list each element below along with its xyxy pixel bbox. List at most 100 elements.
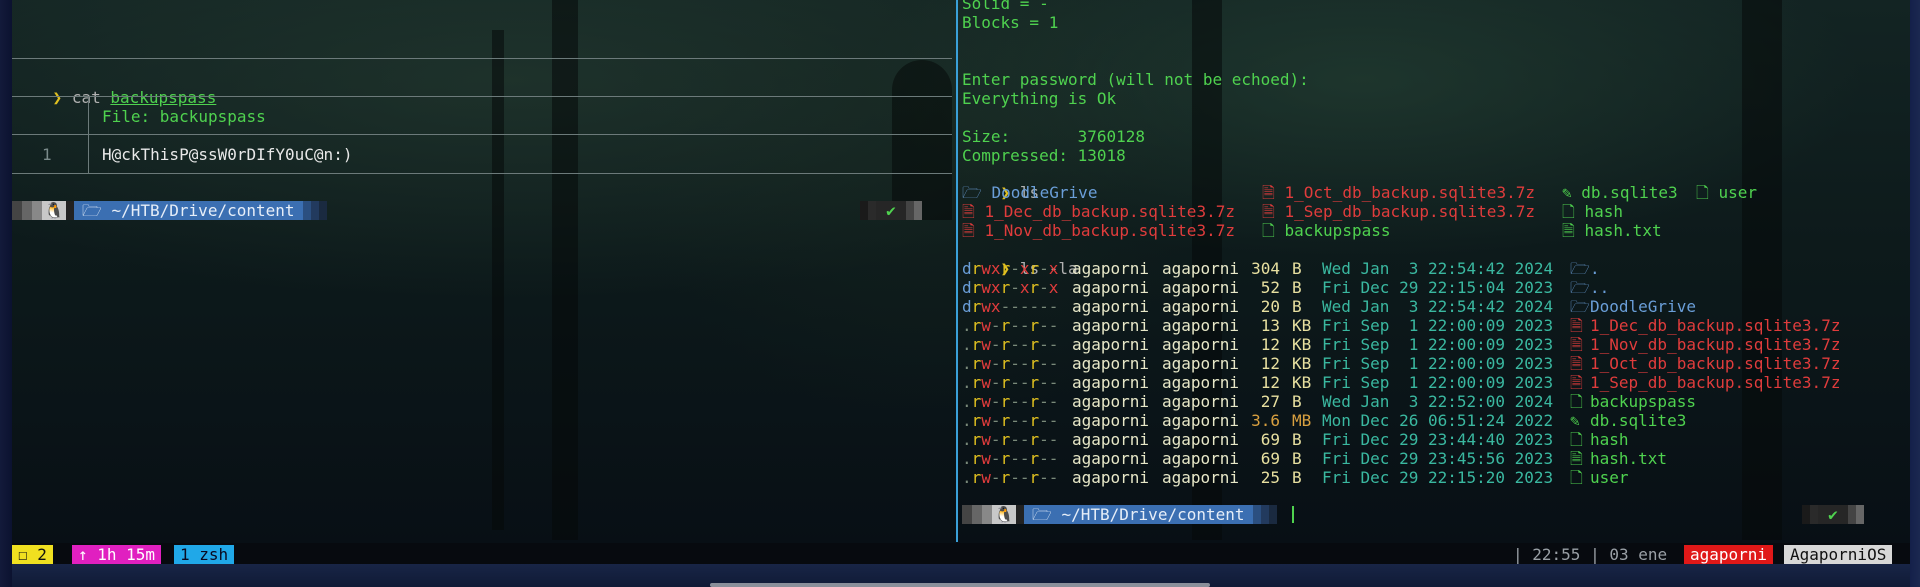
group: agaporni	[1162, 373, 1240, 392]
permissions: .rw-r--r--	[962, 449, 1058, 468]
permission-char: r	[1000, 430, 1011, 449]
owner: agaporni	[1072, 259, 1150, 278]
permission-char: -	[1010, 335, 1020, 354]
modified-date: Fri Sep 1 22:00:09 2023	[1322, 316, 1554, 335]
permissions: .rw-r--r--	[962, 316, 1058, 335]
permission-char: -	[990, 335, 1001, 354]
file-name: DoodleGrive	[1590, 297, 1696, 316]
permission-char: -	[1010, 430, 1020, 449]
left-terminal-pane[interactable]: ❯ cat backupspass File: backupspass 1 H@…	[12, 0, 957, 535]
group: agaporni	[1162, 335, 1240, 354]
owner: agaporni	[1072, 411, 1150, 430]
file-icon: 🗎	[1570, 449, 1583, 468]
right-terminal-pane[interactable]: Solid = - Blocks = 1 Enter password (will …	[960, 0, 1910, 535]
file-icon: 🗎	[1570, 373, 1583, 392]
bat-line-number: 1	[42, 145, 52, 164]
permissions: .rw-r--r--	[962, 354, 1058, 373]
prompt-path: 🗁 ~/HTB/Drive/content	[1024, 505, 1253, 524]
file-size-unit: B	[1292, 392, 1302, 411]
permission-char: -	[1048, 297, 1059, 316]
permission-char: -	[990, 373, 1001, 392]
command-name: cat	[71, 88, 101, 107]
file-size: 12	[1260, 335, 1280, 354]
modified-date: Mon Dec 26 06:51:24 2022	[1322, 411, 1554, 430]
group: agaporni	[1162, 354, 1240, 373]
prompt-path: 🗁 ~/HTB/Drive/content	[74, 201, 303, 220]
permission-char: -	[990, 468, 1001, 487]
permission-char: -	[1048, 449, 1059, 468]
file-name: hash	[1590, 430, 1629, 449]
permission-char: -	[1010, 354, 1020, 373]
permission-char: .	[962, 335, 972, 354]
owner: agaporni	[1072, 373, 1150, 392]
host-badge: AgaporniOS	[1784, 545, 1893, 564]
permission-char: -	[1010, 468, 1020, 487]
permission-char: w	[981, 316, 991, 335]
owner: agaporni	[1072, 449, 1150, 468]
permissions: drwx------	[962, 297, 1058, 316]
permission-char: .	[962, 316, 972, 335]
permission-char: r	[1000, 316, 1011, 335]
folder-icon: 🗁	[1570, 259, 1590, 278]
file-icon: 🗋	[1570, 392, 1583, 411]
file-size-unit: KB	[1292, 373, 1312, 392]
permission-char: -	[990, 449, 1001, 468]
right-prompt-status: ✔	[1802, 505, 1864, 524]
permission-char: r	[1000, 259, 1011, 278]
permission-char: r	[971, 297, 982, 316]
group: agaporni	[1162, 297, 1240, 316]
file-size-unit: MB	[1292, 411, 1312, 430]
window-resize-handle[interactable]	[710, 583, 1210, 587]
file-icon: 🗎	[1562, 221, 1575, 240]
file-icon: 🗋	[1562, 202, 1575, 221]
permission-char: w	[981, 449, 991, 468]
permission-char: r	[1000, 411, 1011, 430]
permission-char: r	[1029, 259, 1040, 278]
ls-entry: 🗎 1_Dec_db_backup.sqlite3.7z	[962, 202, 1235, 221]
window-tab-zsh[interactable]: 1 zsh	[174, 545, 235, 564]
permission-char: r	[971, 259, 982, 278]
permission-char: .	[962, 354, 972, 373]
file-name: ..	[1590, 278, 1610, 297]
folder-icon: 🗁	[82, 201, 112, 220]
permission-char: -	[1048, 316, 1059, 335]
permissions: .rw-r--r--	[962, 392, 1058, 411]
group: agaporni	[1162, 259, 1240, 278]
file-size: 20	[1260, 297, 1280, 316]
permission-char: .	[962, 449, 972, 468]
group: agaporni	[1162, 316, 1240, 335]
file-icon: 🗋	[1696, 183, 1709, 202]
ls-entry: ✎ db.sqlite3	[1562, 183, 1678, 202]
file-size: 27	[1260, 392, 1280, 411]
ls-command-line: ❯ ls	[962, 164, 1040, 202]
permissions: .rw-r--r--	[962, 373, 1058, 392]
permission-char: -	[1048, 430, 1059, 449]
file-size: 12	[1260, 354, 1280, 373]
permission-char: -	[1039, 392, 1049, 411]
permission-char: -	[1039, 411, 1049, 430]
permission-char: -	[1039, 373, 1049, 392]
bat-line-content: H@ckThisP@ssW0rDIfY0uC@n:)	[102, 145, 353, 164]
file-name: 1_Sep_db_backup.sqlite3.7z	[1590, 373, 1841, 392]
window-count[interactable]: ☐ 2	[12, 545, 53, 564]
owner: agaporni	[1072, 335, 1150, 354]
text-cursor[interactable]	[1292, 506, 1294, 523]
permission-char: r	[971, 335, 982, 354]
permission-char: -	[1010, 411, 1020, 430]
folder-icon: 🗁	[962, 183, 982, 202]
ls-entry-name: hash.txt	[1584, 221, 1662, 240]
ls-entry: 🗎 hash.txt	[1562, 221, 1662, 240]
permission-char: x	[990, 278, 1001, 297]
permission-char: x	[990, 297, 1001, 316]
ls-entry: 🗁 DoodleGrive	[962, 183, 1097, 202]
owner: agaporni	[1072, 392, 1150, 411]
permission-char: -	[1000, 297, 1011, 316]
permission-char: .	[962, 430, 972, 449]
permission-char: -	[1010, 278, 1020, 297]
permission-char: r	[971, 430, 982, 449]
modified-date: Fri Sep 1 22:00:09 2023	[1322, 373, 1554, 392]
ls-entry: 🗋 backupspass	[1262, 221, 1390, 240]
group: agaporni	[1162, 468, 1240, 487]
permission-char: -	[1039, 430, 1049, 449]
ls-entry: 🗎 1_Sep_db_backup.sqlite3.7z	[1262, 202, 1535, 221]
